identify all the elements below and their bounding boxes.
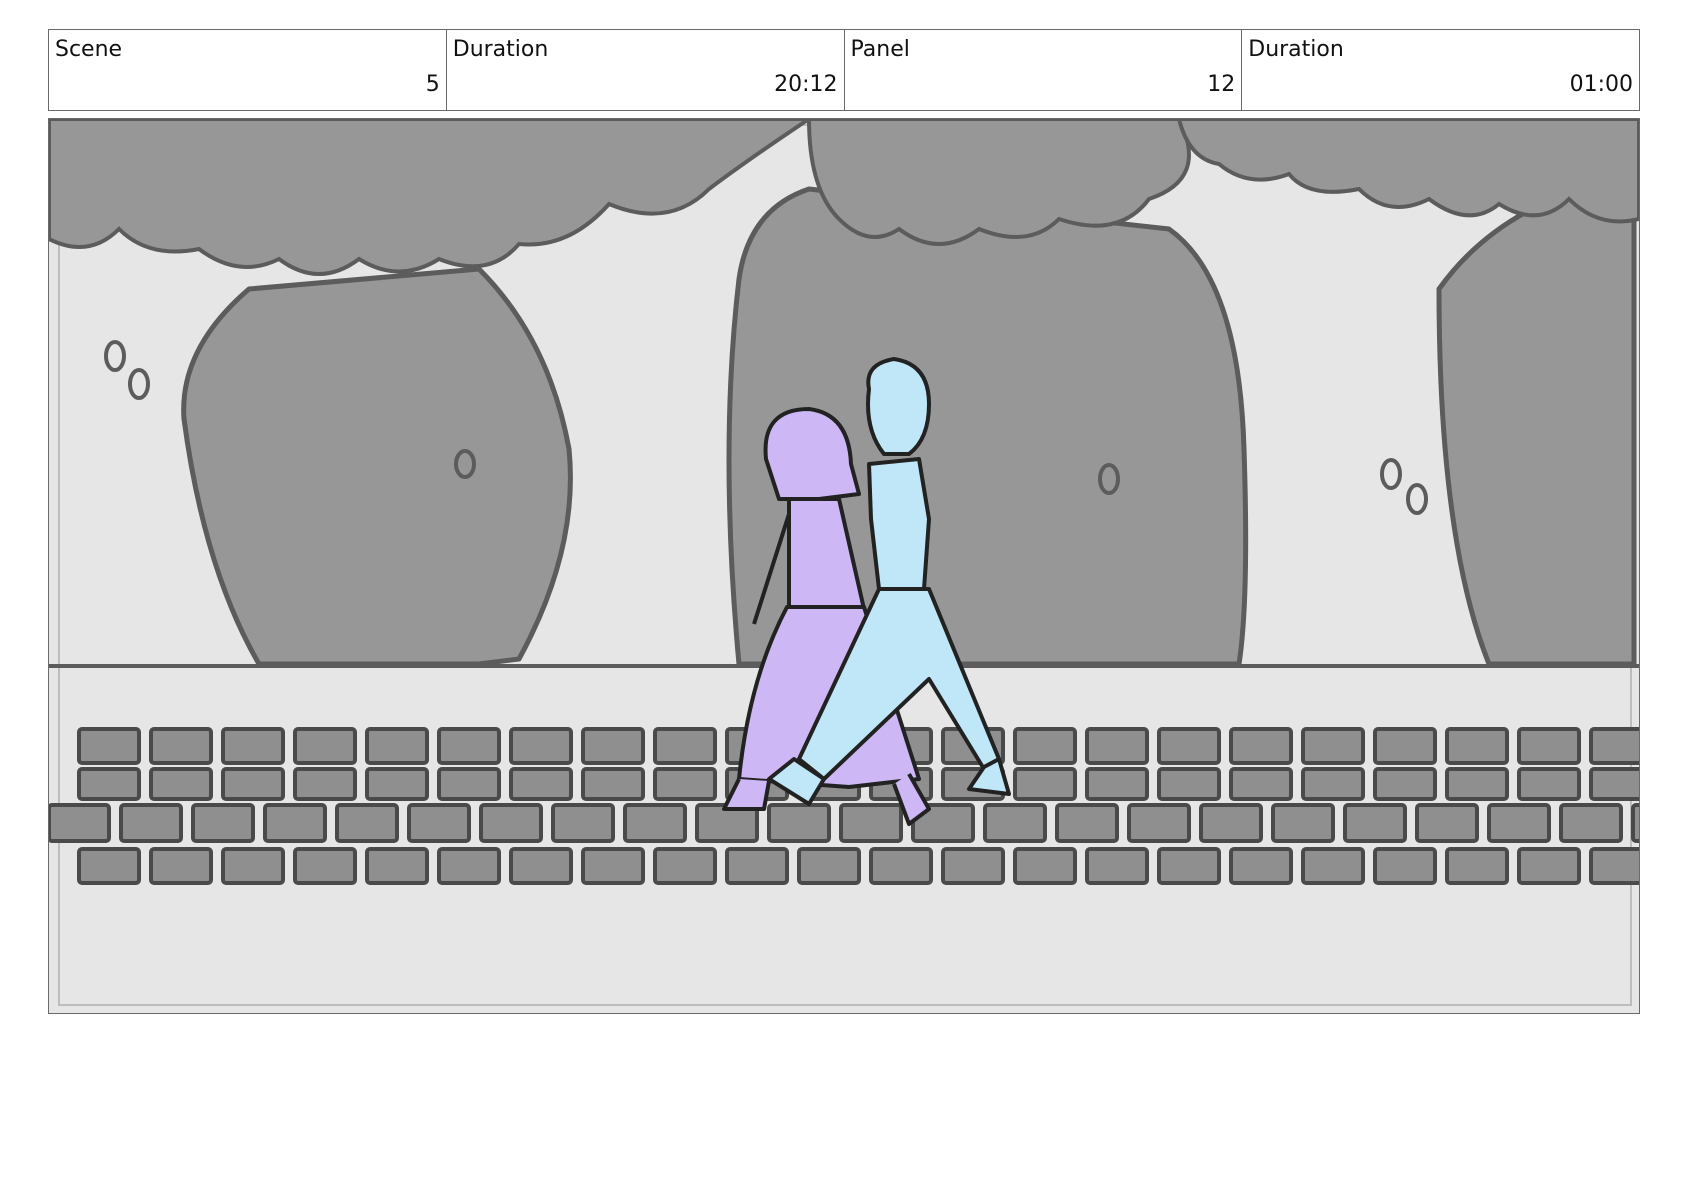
paving-stone [1343, 803, 1407, 843]
paving-stone [1229, 767, 1293, 801]
paving-stone [1415, 803, 1479, 843]
paving-stone [509, 767, 573, 801]
paving-stone [1445, 847, 1509, 885]
paving-stone [1589, 847, 1639, 885]
paving-stone [49, 803, 111, 843]
paving-stone [479, 803, 543, 843]
paving-stone [1013, 767, 1077, 801]
paving-stone [191, 803, 255, 843]
panel-value: 12 [1207, 72, 1236, 97]
paving-stone [149, 767, 213, 801]
panel-illustration [49, 119, 1639, 1013]
paving-stone [1229, 847, 1293, 885]
panel-cell: Panel 12 [845, 30, 1243, 110]
paving-stone [293, 847, 357, 885]
paving-stone [653, 847, 717, 885]
paving-stone [119, 803, 183, 843]
paving-stone [1517, 727, 1581, 765]
paving-stone [1517, 767, 1581, 801]
paving-stone [1271, 803, 1335, 843]
paving-stone [1373, 847, 1437, 885]
scene-duration-label: Duration [452, 37, 549, 62]
paving-stone [365, 767, 429, 801]
paving-stone [1301, 727, 1365, 765]
paving-stone [335, 803, 399, 843]
paving-stone [1373, 767, 1437, 801]
paving-stone [1559, 803, 1623, 843]
paving-stone [437, 767, 501, 801]
scene-label: Scene [55, 37, 123, 62]
paving-stone [1157, 767, 1221, 801]
paving-stone [1517, 847, 1581, 885]
scene-duration-value: 20:12 [774, 72, 838, 97]
paving-stone [293, 767, 357, 801]
panel-duration-cell: Duration 01:00 [1242, 30, 1639, 110]
paving-stone [1085, 767, 1149, 801]
paving-stone [1157, 847, 1221, 885]
paving-stone [1013, 847, 1077, 885]
paving-stone [149, 847, 213, 885]
paving-stone [1055, 803, 1119, 843]
storyboard-panel [48, 118, 1640, 1014]
panel-duration-value: 01:00 [1569, 72, 1633, 97]
paving-stone [509, 727, 573, 765]
paving-stone [77, 767, 141, 801]
paving-stone [293, 727, 357, 765]
paving-stone [437, 847, 501, 885]
paving-stone [1229, 727, 1293, 765]
paving-stone [1589, 767, 1639, 801]
paving-stone [1445, 767, 1509, 801]
paving-stone [1487, 803, 1551, 843]
paving-stone [1301, 767, 1365, 801]
paving-stone [725, 847, 789, 885]
paving-stone [365, 847, 429, 885]
paving-stone [1127, 803, 1191, 843]
panel-duration-label: Duration [1248, 37, 1344, 62]
paving-stone [551, 803, 615, 843]
paving-stone [1445, 727, 1509, 765]
paving-stone [1013, 727, 1077, 765]
paving-stone [797, 847, 861, 885]
paving-stone [221, 847, 285, 885]
paving-stone [581, 727, 645, 765]
paving-stone [653, 767, 717, 801]
paving-stone [623, 803, 687, 843]
paving-stone [869, 847, 933, 885]
paving-stone [407, 803, 471, 843]
paving-stone [1157, 727, 1221, 765]
paving-stone [581, 847, 645, 885]
scene-value: 5 [425, 72, 440, 97]
panel-label: Panel [850, 37, 910, 62]
paving-stone [1085, 727, 1149, 765]
paving-stone [767, 803, 831, 843]
paving-stone [263, 803, 327, 843]
paving-stone [77, 847, 141, 885]
paving-stone [941, 847, 1005, 885]
scene-duration-cell: Duration 20:12 [447, 30, 845, 110]
paving-stone [509, 847, 573, 885]
scene-cell: Scene 5 [49, 30, 447, 110]
paving-stone [1631, 803, 1639, 843]
paving-stone [1085, 847, 1149, 885]
paving-stone [653, 727, 717, 765]
paving-stone [149, 727, 213, 765]
paving-stone [221, 767, 285, 801]
paving-stone [77, 727, 141, 765]
paving-stone [1199, 803, 1263, 843]
paving-stone [1373, 727, 1437, 765]
paving-stone [983, 803, 1047, 843]
panel-info-header: Scene 5 Duration 20:12 Panel 12 Duration… [48, 29, 1640, 111]
paving-stone [221, 727, 285, 765]
paving-stone [437, 727, 501, 765]
paving-stone [581, 767, 645, 801]
paving-stone [365, 727, 429, 765]
paving-stone [839, 803, 903, 843]
paving-stone [1589, 727, 1639, 765]
paving-stone [1301, 847, 1365, 885]
